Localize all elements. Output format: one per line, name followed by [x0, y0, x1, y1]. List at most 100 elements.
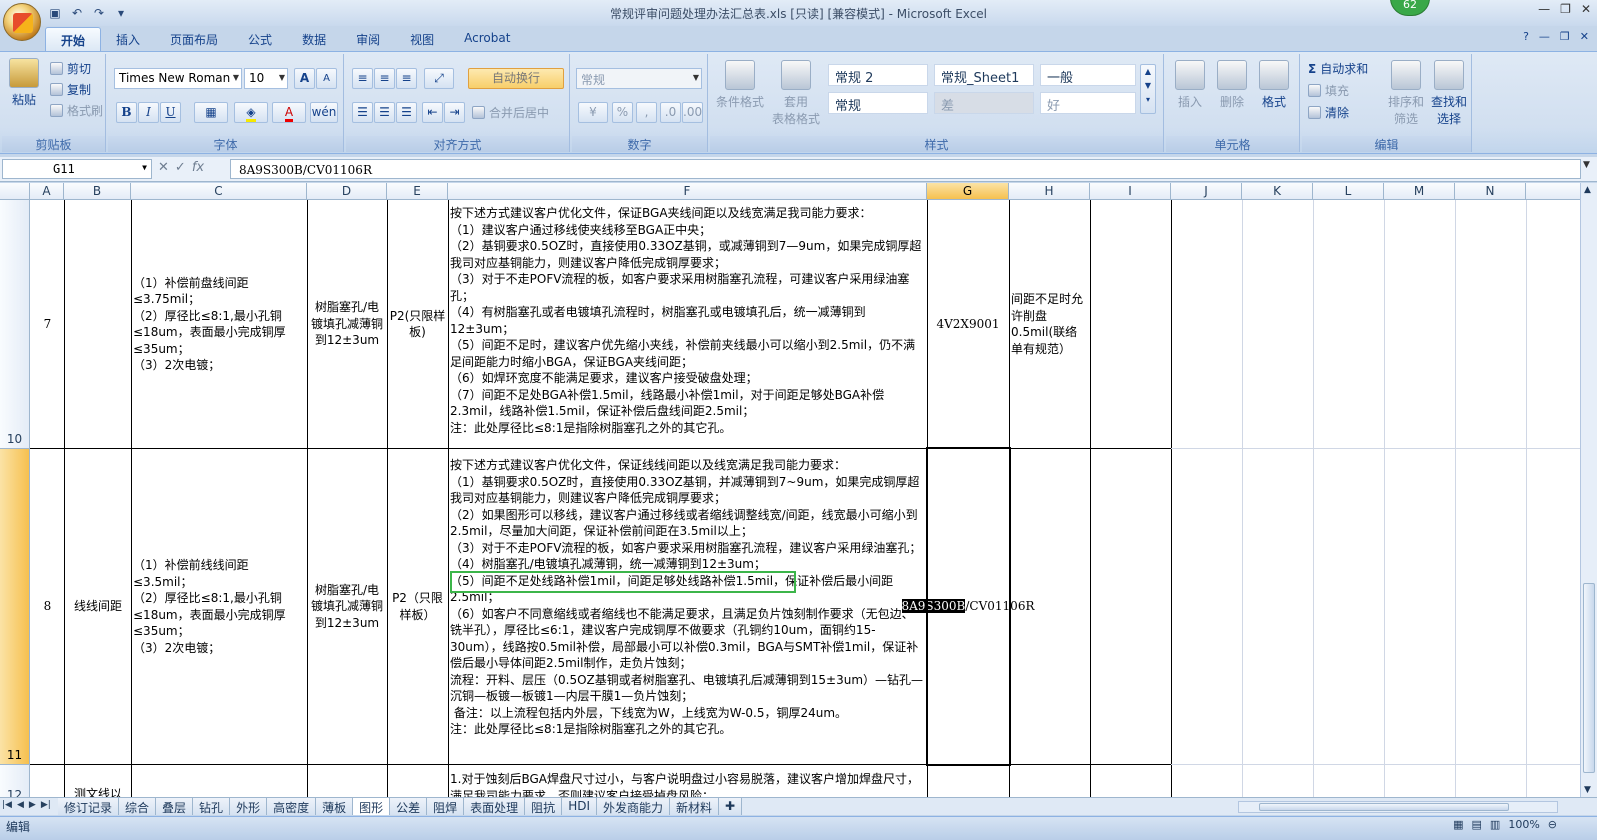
column-header-m[interactable]: M: [1384, 183, 1455, 200]
sheet-tab-outline[interactable]: 外形: [230, 798, 268, 815]
close-icon[interactable]: ✕: [1581, 2, 1591, 16]
column-header-o[interactable]: [1526, 183, 1580, 200]
vertical-scroll-thumb[interactable]: [1583, 583, 1595, 773]
merge-center-button[interactable]: 合并后居中: [472, 104, 549, 121]
last-sheet-icon[interactable]: ▶|: [41, 800, 51, 810]
horizontal-scroll-thumb[interactable]: [1259, 803, 1509, 811]
formula-input[interactable]: 8A9S300B/CV01106R: [230, 159, 1581, 179]
sheet-tab-thin-board[interactable]: 薄板: [316, 798, 354, 815]
column-header-a[interactable]: A: [30, 183, 64, 200]
decrease-indent-button[interactable]: ⇤: [422, 102, 443, 123]
clear-button[interactable]: 清除: [1308, 104, 1349, 121]
column-header-n[interactable]: N: [1455, 183, 1526, 200]
ribbon-close-icon[interactable]: ✕: [1580, 30, 1589, 43]
column-header-h[interactable]: H: [1009, 183, 1090, 200]
paste-button[interactable]: 粘贴: [6, 58, 42, 108]
column-header-b[interactable]: B: [64, 183, 131, 200]
name-box[interactable]: G11 ▼: [2, 159, 152, 179]
align-bottom-button[interactable]: ≡: [396, 68, 417, 89]
cell-a10[interactable]: 7: [31, 200, 64, 448]
scroll-up-icon[interactable]: ▲: [1584, 185, 1591, 195]
tab-acrobat[interactable]: Acrobat: [449, 27, 525, 51]
first-sheet-icon[interactable]: |◀: [2, 800, 12, 810]
conditional-format-button[interactable]: 条件格式: [714, 60, 766, 110]
phonetic-button[interactable]: wén: [310, 102, 338, 123]
italic-button[interactable]: I: [138, 102, 159, 123]
align-top-button[interactable]: ≡: [352, 68, 373, 89]
cell-e11[interactable]: P2（只限样板）: [389, 449, 446, 764]
insert-function-icon[interactable]: fx: [192, 160, 204, 175]
column-header-d[interactable]: D: [307, 183, 387, 200]
column-header-i[interactable]: I: [1090, 183, 1171, 200]
cell-b11[interactable]: 线线间距: [65, 449, 131, 764]
font-size-select[interactable]: 10 ▼: [244, 68, 288, 89]
styles-scroll[interactable]: ▲ ▼ ▾: [1140, 64, 1156, 114]
sheet-tab-solder-mask[interactable]: 阻焊: [427, 798, 465, 815]
row-header-10[interactable]: 10: [0, 200, 30, 449]
sort-filter-button[interactable]: 排序和 筛选: [1386, 60, 1426, 127]
sheet-tab-hdi[interactable]: HDI: [562, 798, 597, 815]
cell-c11[interactable]: （1）补偿前线线间距≤3.5mil； （2）厚径比≤8:1,最小孔铜≤18um，…: [133, 449, 305, 764]
zoom-out-icon[interactable]: ⊖: [1548, 818, 1557, 831]
copy-button[interactable]: 复制: [50, 81, 91, 98]
column-header-k[interactable]: K: [1242, 183, 1313, 200]
cancel-icon[interactable]: ✕: [158, 160, 169, 175]
style-normal-sheet1[interactable]: 常规_Sheet1: [934, 64, 1034, 86]
column-header-j[interactable]: J: [1171, 183, 1242, 200]
format-as-table-button[interactable]: 套用 表格格式: [770, 60, 822, 127]
sheet-tab-tolerance[interactable]: 公差: [390, 798, 428, 815]
zoom-level[interactable]: 100%: [1508, 818, 1539, 831]
cell-d10[interactable]: 树脂塞孔/电镀填孔减薄铜到12±3um: [309, 200, 385, 448]
align-center-button[interactable]: ☰: [374, 102, 395, 123]
align-right-button[interactable]: ☰: [396, 102, 417, 123]
wrap-text-button[interactable]: 自动换行: [468, 68, 564, 89]
enter-icon[interactable]: ✓: [175, 160, 186, 175]
autosum-button[interactable]: Σ 自动求和: [1308, 60, 1368, 77]
style-normal-2[interactable]: 常规 2: [828, 64, 928, 86]
vertical-scrollbar[interactable]: ▲ ▼: [1580, 183, 1597, 797]
ribbon-restore-icon[interactable]: ❐: [1560, 30, 1570, 43]
sheet-tab-impedance[interactable]: 阻抗: [525, 798, 563, 815]
restore-icon[interactable]: ❐: [1560, 2, 1571, 16]
style-normal[interactable]: 常规: [828, 92, 928, 114]
font-name-select[interactable]: Times New Roman ▼: [114, 68, 242, 89]
next-sheet-icon[interactable]: ▶: [29, 800, 36, 810]
underline-button[interactable]: U: [160, 102, 181, 123]
align-left-button[interactable]: ☰: [352, 102, 373, 123]
prev-sheet-icon[interactable]: ◀: [17, 800, 24, 810]
sheet-tab-high-density[interactable]: 高密度: [267, 798, 317, 815]
expand-formula-bar-icon[interactable]: ▼: [1583, 160, 1595, 178]
increase-decimal-button[interactable]: .0: [660, 102, 681, 123]
bold-button[interactable]: B: [116, 102, 137, 123]
column-header-e[interactable]: E: [387, 183, 448, 200]
border-button[interactable]: ▦: [194, 102, 228, 123]
cell-a11[interactable]: 8: [31, 449, 64, 764]
tab-view[interactable]: 视图: [395, 27, 449, 51]
format-painter-button[interactable]: 格式刷: [50, 102, 103, 119]
number-format-select[interactable]: 常规 ▼: [576, 68, 702, 89]
grow-font-button[interactable]: A: [294, 68, 315, 89]
insert-cells-button[interactable]: 插入: [1172, 60, 1208, 110]
column-header-c[interactable]: C: [131, 183, 307, 200]
fill-color-button[interactable]: ◈: [234, 102, 268, 123]
ribbon-minimize-icon[interactable]: —: [1539, 30, 1550, 43]
row-header-12[interactable]: 12: [0, 765, 30, 797]
orientation-button[interactable]: ⤢: [424, 68, 454, 89]
cell-e10[interactable]: P2(只限样板): [389, 200, 446, 448]
find-select-button[interactable]: 查找和 选择: [1428, 60, 1470, 127]
sheet-tab-new-material[interactable]: 新材料: [670, 798, 720, 815]
help-icon[interactable]: ?: [1523, 30, 1529, 43]
style-bad[interactable]: 差: [934, 92, 1034, 114]
tab-insert[interactable]: 插入: [101, 27, 155, 51]
page-break-view-icon[interactable]: ▥: [1490, 818, 1500, 831]
horizontal-scrollbar[interactable]: [1238, 801, 1558, 813]
tab-data[interactable]: 数据: [287, 27, 341, 51]
increase-indent-button[interactable]: ⇥: [444, 102, 465, 123]
decrease-decimal-button[interactable]: .00: [682, 102, 703, 123]
tab-home[interactable]: 开始: [45, 27, 102, 51]
percent-button[interactable]: %: [612, 102, 633, 123]
row-header-11[interactable]: 11: [0, 449, 30, 765]
worksheet-grid[interactable]: A B C D E F G H I J K L M N 10 11 12 7 （…: [0, 183, 1580, 797]
office-button[interactable]: [3, 3, 41, 41]
delete-cells-button[interactable]: 删除: [1214, 60, 1250, 110]
